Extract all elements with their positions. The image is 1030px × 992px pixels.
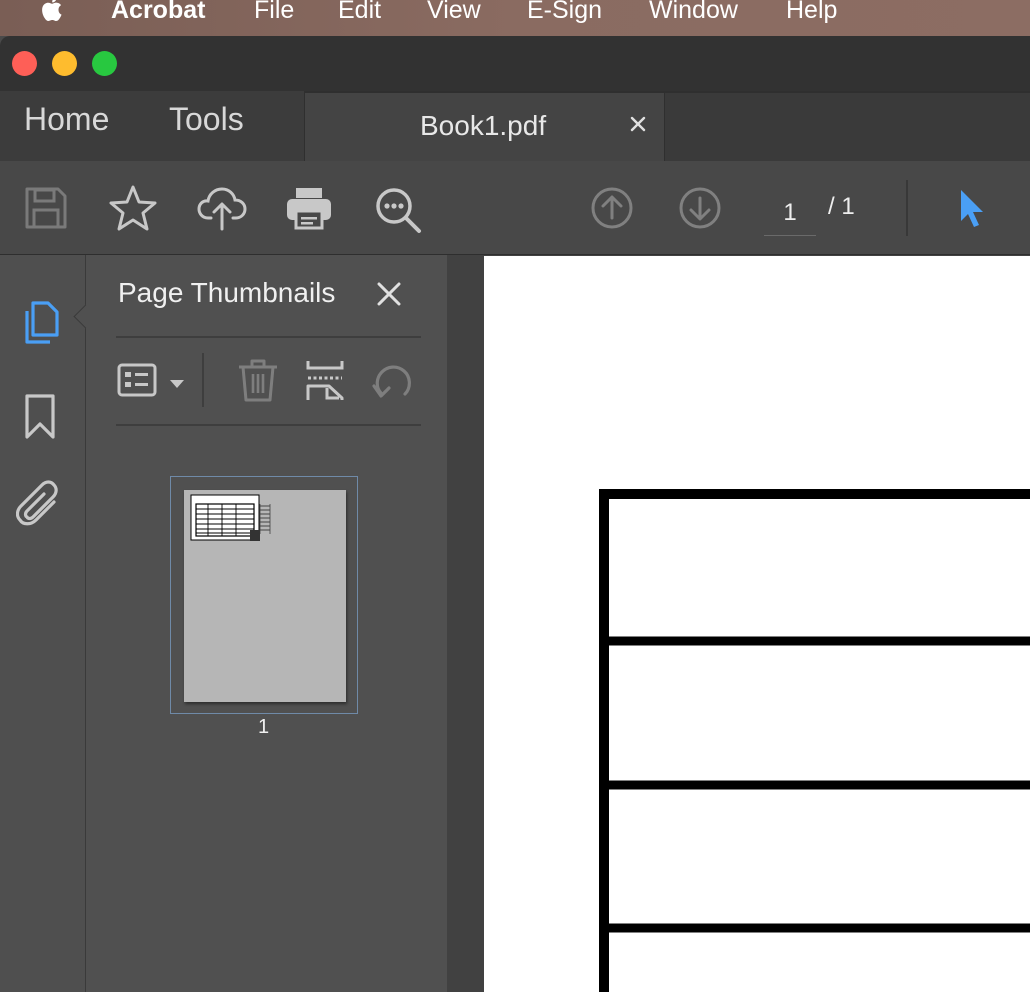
tab-document-label: Book1.pdf (420, 110, 547, 141)
page-thumbnails-panel: Page Thumbnails 1 (73, 255, 448, 992)
tab-document[interactable]: Book1.pdf (305, 93, 664, 161)
tab-bar-empty (665, 93, 1030, 161)
page-thumbnail (184, 490, 346, 702)
page-total-label: / 1 (828, 193, 855, 220)
page-number-input[interactable]: 1 (764, 191, 816, 236)
panel-toolbar-divider (202, 353, 204, 407)
navigation-rail (0, 255, 86, 992)
zoom-window-button[interactable] (92, 51, 117, 76)
menu-file[interactable]: File (254, 0, 294, 25)
close-window-button[interactable] (12, 51, 37, 76)
menu-edit[interactable]: Edit (338, 0, 381, 25)
menu-window[interactable]: Window (649, 0, 738, 25)
chevron-down-icon[interactable] (169, 376, 185, 394)
bookmark-star-icon[interactable] (108, 184, 158, 239)
nav-tabs: Home Tools (0, 91, 304, 161)
find-text-icon[interactable] (374, 186, 424, 239)
toolbar: 1 / 1 (0, 161, 1030, 255)
bookmarks-icon[interactable] (22, 393, 58, 446)
apple-menu-icon[interactable] (38, 0, 68, 31)
previous-page-icon[interactable] (590, 186, 634, 235)
pdf-page[interactable] (484, 256, 1030, 992)
panel-divider (116, 336, 421, 338)
thumbnail-page-label: 1 (258, 716, 270, 738)
tab-home[interactable]: Home (24, 101, 109, 138)
delete-page-icon[interactable] (236, 357, 280, 408)
panel-divider-2 (116, 424, 421, 426)
minimize-window-button[interactable] (52, 51, 77, 76)
close-tab-icon[interactable] (629, 115, 647, 138)
close-panel-icon[interactable] (376, 281, 402, 312)
save-icon[interactable] (24, 186, 68, 235)
rotate-page-icon[interactable] (372, 360, 416, 407)
tab-tools[interactable]: Tools (169, 101, 244, 138)
panel-title: Page Thumbnails (118, 277, 336, 308)
extract-page-icon[interactable] (305, 358, 345, 407)
menu-bar: Acrobat File Edit View E-Sign Window Hel… (0, 0, 1030, 36)
toolbar-divider (906, 180, 908, 236)
window-title-bar (0, 36, 1030, 91)
thumbnail-options-icon[interactable] (117, 363, 157, 402)
menu-acrobat[interactable]: Acrobat (111, 0, 205, 25)
attachments-icon[interactable] (15, 480, 64, 535)
cloud-upload-icon[interactable] (197, 185, 247, 238)
spreadsheet-table-grid (599, 489, 1030, 992)
menu-help[interactable]: Help (786, 0, 837, 25)
next-page-icon[interactable] (678, 186, 722, 235)
page-thumbnails-icon[interactable] (20, 298, 64, 351)
thumbnail-content-preview (190, 494, 271, 541)
menu-esign[interactable]: E-Sign (527, 0, 602, 25)
page-thumbnail-selection[interactable] (170, 476, 358, 714)
menu-view[interactable]: View (427, 0, 481, 25)
print-icon[interactable] (285, 186, 333, 235)
select-tool-icon[interactable] (958, 188, 988, 235)
page-number-value: 1 (783, 199, 797, 226)
